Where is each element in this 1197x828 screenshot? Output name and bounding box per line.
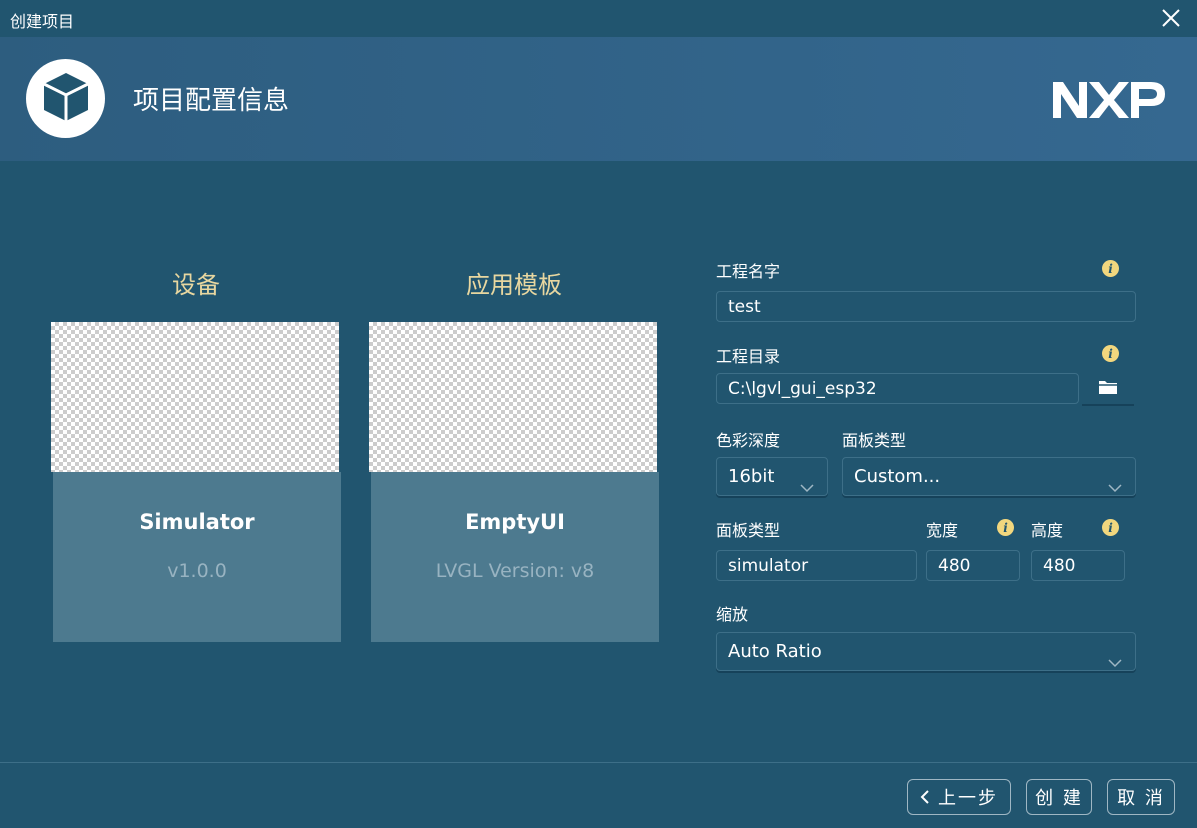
device-info: Simulator v1.0.0 — [53, 472, 341, 642]
chevron-down-icon — [1107, 470, 1123, 493]
page-title: 项目配置信息 — [133, 86, 290, 116]
panel-type-select-value: Custom... — [854, 466, 941, 487]
scale-select[interactable]: Auto Ratio — [716, 632, 1136, 671]
scale-label: 缩放 — [716, 605, 749, 624]
create-button-label: 创 建 — [1035, 788, 1083, 809]
height-input[interactable] — [1031, 550, 1125, 581]
nxp-logo — [1051, 80, 1167, 120]
chevron-down-icon — [1107, 645, 1123, 668]
panel-type-input[interactable] — [716, 550, 917, 581]
project-dir-input[interactable] — [716, 373, 1079, 404]
cube-icon — [38, 69, 94, 129]
folder-icon — [1098, 379, 1118, 399]
device-card[interactable]: Simulator v1.0.0 — [51, 322, 341, 642]
template-section-label: 应用模板 — [466, 271, 562, 299]
template-thumbnail — [369, 322, 657, 472]
color-depth-label: 色彩深度 — [716, 431, 781, 450]
device-name: Simulator — [139, 510, 255, 534]
info-icon[interactable]: i — [997, 519, 1014, 536]
browse-folder-button[interactable] — [1082, 373, 1134, 406]
template-card[interactable]: EmptyUI LVGL Version: v8 — [369, 322, 659, 642]
panel-type-input-label: 面板类型 — [716, 521, 781, 540]
header-banner: 项目配置信息 — [0, 37, 1197, 161]
close-icon[interactable] — [1159, 6, 1183, 30]
device-section-label: 设备 — [172, 271, 220, 299]
height-label: 高度 — [1031, 521, 1064, 540]
width-input[interactable] — [926, 550, 1020, 581]
panel-type-select[interactable]: Custom... — [842, 457, 1136, 496]
device-thumbnail — [51, 322, 339, 472]
panel-type-select-label: 面板类型 — [842, 431, 907, 450]
back-button[interactable]: 上一步 — [907, 779, 1011, 815]
project-name-label: 工程名字 — [716, 262, 781, 281]
footer-divider — [0, 762, 1197, 763]
template-name: EmptyUI — [465, 510, 565, 534]
back-button-label: 上一步 — [938, 788, 998, 809]
title-bar: 创建项目 — [0, 0, 1197, 37]
template-version: LVGL Version: v8 — [435, 560, 595, 582]
device-version: v1.0.0 — [167, 560, 227, 582]
cancel-button-label: 取 消 — [1117, 788, 1165, 809]
cancel-button[interactable]: 取 消 — [1107, 779, 1175, 815]
scale-value: Auto Ratio — [728, 641, 822, 662]
window-title: 创建项目 — [10, 12, 75, 31]
chevron-left-icon — [920, 789, 930, 805]
template-info: EmptyUI LVGL Version: v8 — [371, 472, 659, 642]
project-name-input[interactable] — [716, 291, 1136, 322]
project-dir-label: 工程目录 — [716, 347, 781, 366]
info-icon[interactable]: i — [1102, 345, 1119, 362]
info-icon[interactable]: i — [1102, 260, 1119, 277]
info-icon[interactable]: i — [1102, 519, 1119, 536]
logo — [26, 59, 105, 138]
color-depth-value: 16bit — [728, 466, 775, 487]
color-depth-select[interactable]: 16bit — [716, 457, 828, 496]
chevron-down-icon — [799, 470, 815, 493]
width-label: 宽度 — [926, 521, 959, 540]
create-button[interactable]: 创 建 — [1026, 779, 1092, 815]
